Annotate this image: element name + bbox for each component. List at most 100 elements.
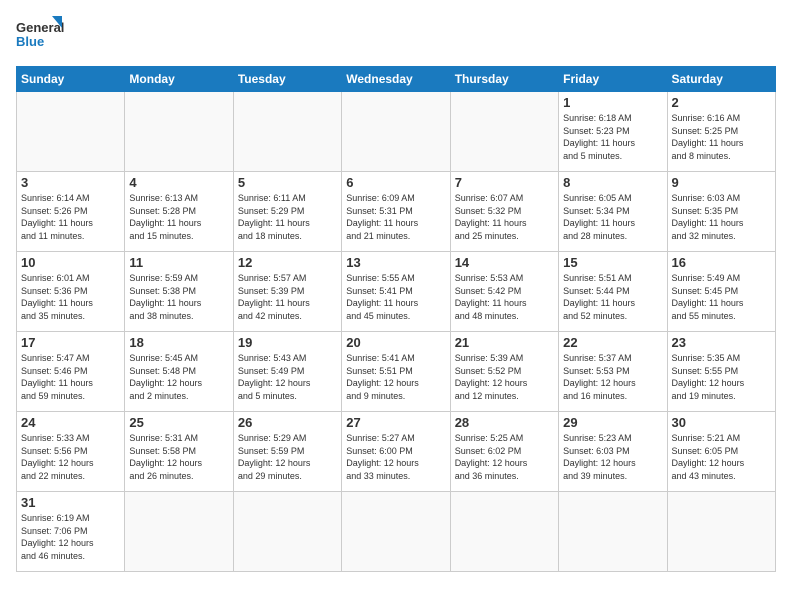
day-info: Sunrise: 5:59 AM Sunset: 5:38 PM Dayligh… [129, 272, 228, 322]
day-number: 10 [21, 255, 120, 270]
day-info: Sunrise: 5:45 AM Sunset: 5:48 PM Dayligh… [129, 352, 228, 402]
day-number: 28 [455, 415, 554, 430]
calendar-cell: 12 Sunrise: 5:57 AM Sunset: 5:39 PM Dayli… [233, 252, 341, 332]
day-number: 11 [129, 255, 228, 270]
day-number: 18 [129, 335, 228, 350]
day-info: Sunrise: 5:47 AM Sunset: 5:46 PM Dayligh… [21, 352, 120, 402]
day-info: Sunrise: 5:55 AM Sunset: 5:41 PM Dayligh… [346, 272, 445, 322]
calendar-cell [559, 492, 667, 572]
day-info: Sunrise: 5:37 AM Sunset: 5:53 PM Dayligh… [563, 352, 662, 402]
col-header-sunday: Sunday [17, 67, 125, 92]
day-number: 17 [21, 335, 120, 350]
calendar-cell: 29 Sunrise: 5:23 AM Sunset: 6:03 PM Dayli… [559, 412, 667, 492]
logo: General Blue [16, 16, 66, 60]
calendar-cell: 31Sunrise: 6:19 AM Sunset: 7:06 PM Dayli… [17, 492, 125, 572]
day-info: Sunrise: 6:01 AM Sunset: 5:36 PM Dayligh… [21, 272, 120, 322]
day-info: Sunrise: 5:21 AM Sunset: 6:05 PM Dayligh… [672, 432, 771, 482]
day-info: Sunrise: 5:41 AM Sunset: 5:51 PM Dayligh… [346, 352, 445, 402]
calendar-week-5: 24 Sunrise: 5:33 AM Sunset: 5:56 PM Dayli… [17, 412, 776, 492]
day-info: Sunrise: 5:51 AM Sunset: 5:44 PM Dayligh… [563, 272, 662, 322]
calendar-cell [17, 92, 125, 172]
col-header-saturday: Saturday [667, 67, 775, 92]
calendar-cell: 3Sunrise: 6:14 AM Sunset: 5:26 PM Daylig… [17, 172, 125, 252]
calendar-cell: 2 Sunrise: 6:16 AM Sunset: 5:25 PM Daylig… [667, 92, 775, 172]
day-number: 16 [672, 255, 771, 270]
day-info: Sunrise: 5:57 AM Sunset: 5:39 PM Dayligh… [238, 272, 337, 322]
svg-text:Blue: Blue [16, 34, 44, 49]
col-header-thursday: Thursday [450, 67, 558, 92]
day-number: 13 [346, 255, 445, 270]
calendar-cell: 6 Sunrise: 6:09 AM Sunset: 5:31 PM Daylig… [342, 172, 450, 252]
calendar-week-4: 17 Sunrise: 5:47 AM Sunset: 5:46 PM Dayli… [17, 332, 776, 412]
col-header-monday: Monday [125, 67, 233, 92]
calendar-cell: 30Sunrise: 5:21 AM Sunset: 6:05 PM Dayli… [667, 412, 775, 492]
day-number: 29 [563, 415, 662, 430]
generalblue-logo: General Blue [16, 16, 66, 60]
calendar-cell: 11 Sunrise: 5:59 AM Sunset: 5:38 PM Dayli… [125, 252, 233, 332]
calendar-cell: 13 Sunrise: 5:55 AM Sunset: 5:41 PM Dayli… [342, 252, 450, 332]
day-number: 24 [21, 415, 120, 430]
day-number: 12 [238, 255, 337, 270]
col-header-tuesday: Tuesday [233, 67, 341, 92]
day-number: 6 [346, 175, 445, 190]
day-info: Sunrise: 5:35 AM Sunset: 5:55 PM Dayligh… [672, 352, 771, 402]
col-header-wednesday: Wednesday [342, 67, 450, 92]
day-number: 27 [346, 415, 445, 430]
calendar-week-2: 3Sunrise: 6:14 AM Sunset: 5:26 PM Daylig… [17, 172, 776, 252]
day-number: 2 [672, 95, 771, 110]
day-info: Sunrise: 6:14 AM Sunset: 5:26 PM Dayligh… [21, 192, 120, 242]
calendar-cell: 19 Sunrise: 5:43 AM Sunset: 5:49 PM Dayli… [233, 332, 341, 412]
calendar-cell [233, 492, 341, 572]
calendar-cell [233, 92, 341, 172]
calendar-cell: 10 Sunrise: 6:01 AM Sunset: 5:36 PM Dayli… [17, 252, 125, 332]
day-info: Sunrise: 6:13 AM Sunset: 5:28 PM Dayligh… [129, 192, 228, 242]
day-number: 22 [563, 335, 662, 350]
calendar-week-3: 10 Sunrise: 6:01 AM Sunset: 5:36 PM Dayli… [17, 252, 776, 332]
day-number: 14 [455, 255, 554, 270]
calendar-cell: 28 Sunrise: 5:25 AM Sunset: 6:02 PM Dayli… [450, 412, 558, 492]
calendar-cell [450, 492, 558, 572]
calendar-cell [125, 492, 233, 572]
day-number: 21 [455, 335, 554, 350]
calendar-cell [342, 92, 450, 172]
day-info: Sunrise: 5:23 AM Sunset: 6:03 PM Dayligh… [563, 432, 662, 482]
day-info: Sunrise: 6:11 AM Sunset: 5:29 PM Dayligh… [238, 192, 337, 242]
calendar-cell: 21Sunrise: 5:39 AM Sunset: 5:52 PM Dayli… [450, 332, 558, 412]
day-info: Sunrise: 5:29 AM Sunset: 5:59 PM Dayligh… [238, 432, 337, 482]
day-number: 26 [238, 415, 337, 430]
day-info: Sunrise: 5:43 AM Sunset: 5:49 PM Dayligh… [238, 352, 337, 402]
calendar-cell [450, 92, 558, 172]
day-number: 23 [672, 335, 771, 350]
day-info: Sunrise: 5:33 AM Sunset: 5:56 PM Dayligh… [21, 432, 120, 482]
calendar-cell: 20 Sunrise: 5:41 AM Sunset: 5:51 PM Dayli… [342, 332, 450, 412]
calendar-cell: 23 Sunrise: 5:35 AM Sunset: 5:55 PM Dayli… [667, 332, 775, 412]
day-info: Sunrise: 6:16 AM Sunset: 5:25 PM Dayligh… [672, 112, 771, 162]
day-number: 25 [129, 415, 228, 430]
col-header-friday: Friday [559, 67, 667, 92]
calendar-cell: 8Sunrise: 6:05 AM Sunset: 5:34 PM Daylig… [559, 172, 667, 252]
svg-text:General: General [16, 20, 64, 35]
day-info: Sunrise: 6:09 AM Sunset: 5:31 PM Dayligh… [346, 192, 445, 242]
calendar-cell: 17 Sunrise: 5:47 AM Sunset: 5:46 PM Dayli… [17, 332, 125, 412]
day-info: Sunrise: 6:18 AM Sunset: 5:23 PM Dayligh… [563, 112, 662, 162]
calendar-cell: 26 Sunrise: 5:29 AM Sunset: 5:59 PM Dayli… [233, 412, 341, 492]
calendar-cell: 16Sunrise: 5:49 AM Sunset: 5:45 PM Dayli… [667, 252, 775, 332]
day-number: 1 [563, 95, 662, 110]
day-number: 20 [346, 335, 445, 350]
page-header: General Blue [16, 16, 776, 60]
calendar-cell: 4Sunrise: 6:13 AM Sunset: 5:28 PM Daylig… [125, 172, 233, 252]
day-number: 19 [238, 335, 337, 350]
day-number: 9 [672, 175, 771, 190]
day-number: 5 [238, 175, 337, 190]
calendar-cell: 15Sunrise: 5:51 AM Sunset: 5:44 PM Dayli… [559, 252, 667, 332]
day-info: Sunrise: 5:27 AM Sunset: 6:00 PM Dayligh… [346, 432, 445, 482]
calendar-cell: 27 Sunrise: 5:27 AM Sunset: 6:00 PM Dayli… [342, 412, 450, 492]
day-number: 31 [21, 495, 120, 510]
calendar-cell [342, 492, 450, 572]
day-number: 7 [455, 175, 554, 190]
calendar-cell: 5 Sunrise: 6:11 AM Sunset: 5:29 PM Daylig… [233, 172, 341, 252]
calendar-week-1: 1 Sunrise: 6:18 AM Sunset: 5:23 PM Daylig… [17, 92, 776, 172]
day-number: 8 [563, 175, 662, 190]
day-info: Sunrise: 5:31 AM Sunset: 5:58 PM Dayligh… [129, 432, 228, 482]
day-info: Sunrise: 5:25 AM Sunset: 6:02 PM Dayligh… [455, 432, 554, 482]
